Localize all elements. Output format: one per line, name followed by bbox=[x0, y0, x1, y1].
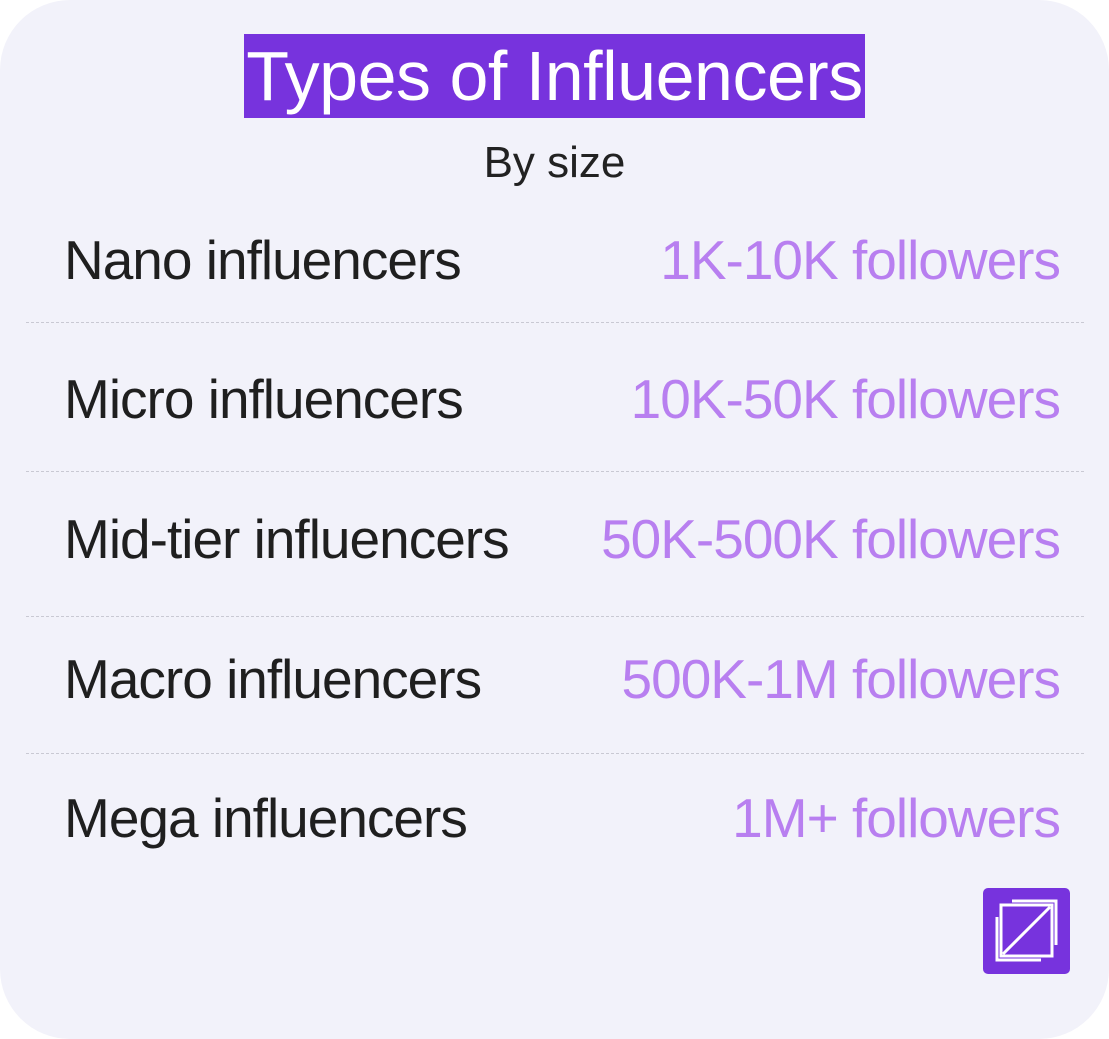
list-item-mid-tier: Mid-tier influencers 50K-500K followers bbox=[26, 499, 1084, 579]
row-label: Nano influencers bbox=[64, 229, 462, 291]
row-value: 10K-50K followers bbox=[630, 368, 1061, 430]
row-label: Micro influencers bbox=[64, 368, 464, 430]
brand-logo-icon bbox=[983, 888, 1070, 974]
list-item-nano: Nano influencers 1K-10K followers bbox=[26, 220, 1084, 300]
page-title: Types of Influencers bbox=[244, 34, 865, 118]
row-value: 1K-10K followers bbox=[660, 229, 1061, 291]
row-divider bbox=[26, 753, 1084, 754]
row-value: 50K-500K followers bbox=[601, 508, 1061, 570]
row-divider bbox=[26, 616, 1084, 617]
row-label: Mid-tier influencers bbox=[64, 508, 510, 570]
list-item-macro: Macro influencers 500K-1M followers bbox=[26, 639, 1084, 719]
list-item-mega: Mega influencers 1M+ followers bbox=[26, 778, 1084, 858]
infographic-card: Types of Influencers By size Nano influe… bbox=[0, 0, 1109, 1039]
row-label: Mega influencers bbox=[64, 787, 468, 849]
list-item-micro: Micro influencers 10K-50K followers bbox=[26, 359, 1084, 439]
row-value: 500K-1M followers bbox=[621, 648, 1061, 710]
title-wrapper: Types of Influencers bbox=[0, 34, 1109, 118]
row-label: Macro influencers bbox=[64, 648, 482, 710]
row-divider bbox=[26, 322, 1084, 323]
page-subtitle: By size bbox=[483, 138, 626, 187]
row-value: 1M+ followers bbox=[732, 787, 1061, 849]
row-divider bbox=[26, 471, 1084, 472]
